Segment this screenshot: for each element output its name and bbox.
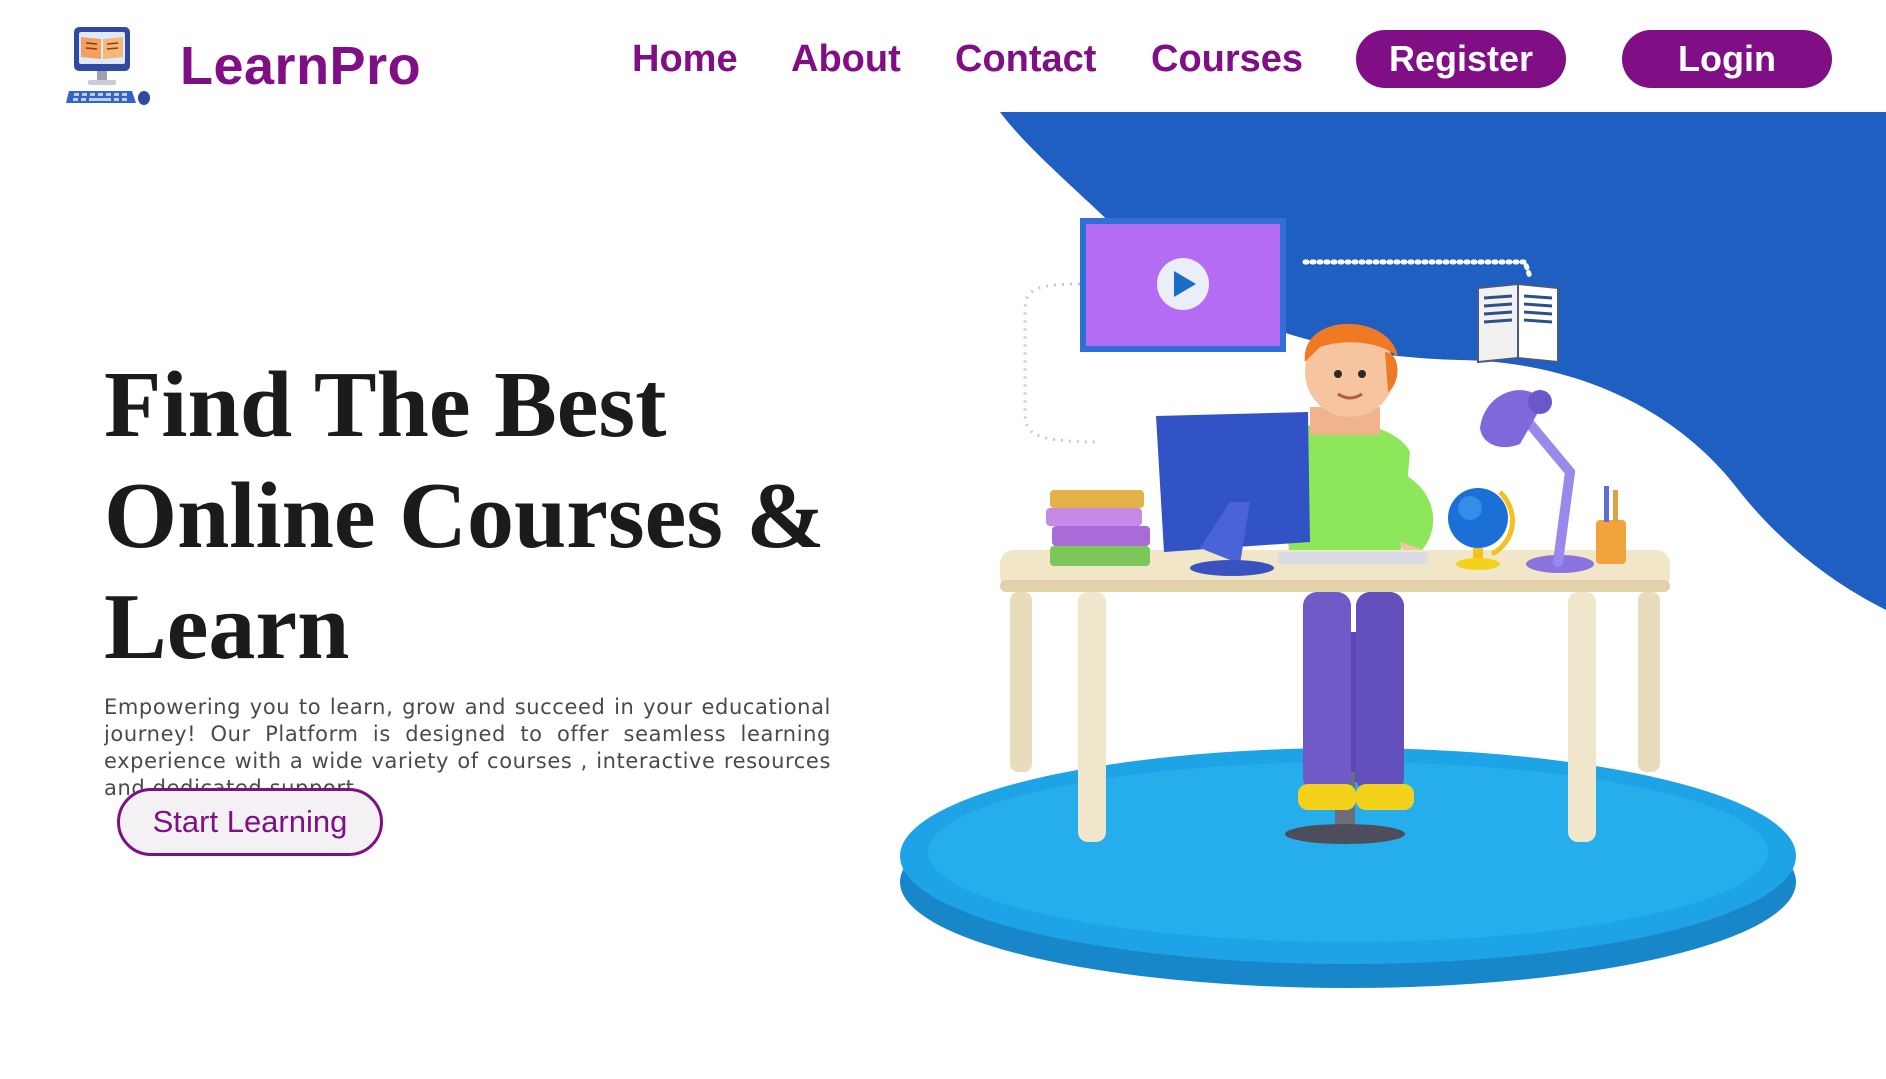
- hero-illustration: [900, 112, 1886, 988]
- main-nav: Home About Contact Courses Register Logi…: [0, 30, 1886, 88]
- hero-description: Empowering you to learn, grow and succee…: [104, 695, 831, 798]
- open-book-icon: [1477, 282, 1559, 364]
- register-button[interactable]: Register: [1356, 30, 1566, 88]
- video-play-icon: [1080, 218, 1286, 352]
- nav-home[interactable]: Home: [632, 36, 738, 82]
- login-button[interactable]: Login: [1622, 30, 1832, 88]
- nav-about[interactable]: About: [791, 36, 901, 82]
- character-legs: [1298, 592, 1414, 810]
- hero-title-line: Learn: [104, 575, 350, 679]
- nav-courses[interactable]: Courses: [1151, 36, 1303, 82]
- books-stack-icon: [1046, 490, 1150, 566]
- nav-contact[interactable]: Contact: [955, 36, 1096, 82]
- hero-title: Find The Best Online Courses & Learn: [104, 350, 864, 683]
- hero-title-line: Online Courses &: [104, 464, 825, 568]
- desk-lamp-icon: [1480, 390, 1594, 573]
- hero-title-line: Find The Best: [104, 353, 667, 457]
- pencil-cup: [1596, 486, 1626, 564]
- start-learning-button[interactable]: Start Learning: [117, 788, 383, 856]
